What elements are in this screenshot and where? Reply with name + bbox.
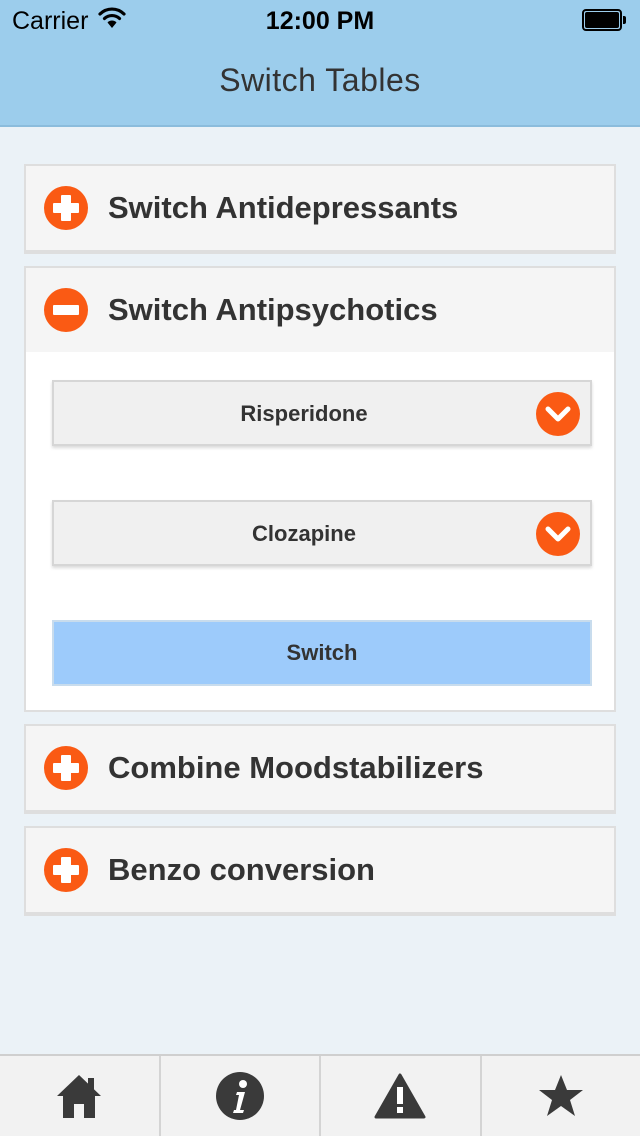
status-bar: Carrier 12:00 PM [0,0,640,40]
switch-button[interactable]: Switch [52,620,592,686]
from-drug-select[interactable]: Risperidone [52,380,592,446]
accordion-title: Switch Antidepressants [108,190,459,225]
expand-plus-icon[interactable] [44,746,88,790]
top-header: Carrier 12:00 PM Switch Tables [0,0,640,127]
accordion-section-moodstabilizers[interactable]: Combine Moodstabilizers [24,724,616,814]
accordion-header[interactable]: Switch Antidepressants [26,166,614,250]
accordion-header[interactable]: Switch Antipsychotics [26,268,614,352]
antipsychotics-panel-content: Risperidone Clozapine Switch [24,352,616,712]
chevron-down-icon[interactable] [536,392,580,436]
star-icon [538,1075,583,1116]
from-drug-value: Risperidone [240,401,368,426]
accordion-title: Combine Moodstabilizers [108,750,484,785]
tab-home[interactable] [0,1056,161,1136]
accordion-title: Switch Antipsychotics [108,292,438,327]
expand-plus-icon[interactable] [44,848,88,892]
tab-warning[interactable] [321,1056,482,1136]
expand-plus-icon[interactable] [44,186,88,230]
accordion-header[interactable]: Combine Moodstabilizers [26,726,614,810]
info-icon [215,1072,264,1120]
tab-favorites[interactable] [482,1056,640,1136]
bottom-tab-bar [0,1054,640,1136]
accordion-header[interactable]: Benzo conversion [26,828,614,912]
battery-icon [582,9,626,31]
accordion-section-antipsychotics[interactable]: Switch Antipsychotics [24,266,616,356]
to-drug-value: Clozapine [252,521,356,546]
tab-info[interactable] [161,1056,321,1136]
home-icon [57,1075,102,1118]
page-title: Switch Tables [219,62,421,98]
warning-icon [374,1073,426,1119]
accordion-section-benzo[interactable]: Benzo conversion [24,826,616,916]
accordion-section-antidepressants[interactable]: Switch Antidepressants [24,164,616,254]
collapse-minus-icon[interactable] [44,288,88,332]
to-drug-select[interactable]: Clozapine [52,500,592,566]
accordion-title: Benzo conversion [108,852,375,887]
status-clock: 12:00 PM [265,7,375,35]
chevron-down-icon[interactable] [536,512,580,556]
